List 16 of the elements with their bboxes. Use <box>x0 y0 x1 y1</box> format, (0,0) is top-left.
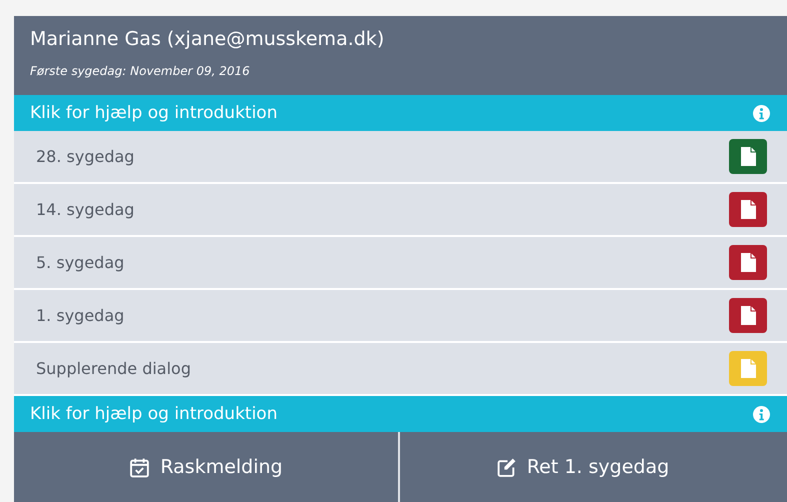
row-label: 14. sygedag <box>36 200 134 219</box>
sick-day-row[interactable]: 14. sygedag <box>14 184 787 237</box>
row-label: 1. sygedag <box>36 306 124 325</box>
help-label: Klik for hjælp og introduktion <box>30 103 278 123</box>
sick-day-row[interactable]: Supplerende dialog <box>14 343 787 396</box>
row-label: Supplerende dialog <box>36 359 191 378</box>
help-label: Klik for hjælp og introduktion <box>30 404 278 424</box>
edit-button[interactable]: Ret 1. sygedag <box>400 432 787 502</box>
row-label: 5. sygedag <box>36 253 124 272</box>
first-sick-day: Første sygedag: November 09, 2016 <box>30 64 771 78</box>
raskmelding-button[interactable]: Raskmelding <box>14 432 400 502</box>
sick-day-row[interactable]: 28. sygedag <box>14 131 787 184</box>
row-label: 28. sygedag <box>36 147 134 166</box>
sick-day-row[interactable]: 1. sygedag <box>14 290 787 343</box>
sick-day-row[interactable]: 5. sygedag <box>14 237 787 290</box>
user-title: Marianne Gas (xjane@musskema.dk) <box>30 28 386 50</box>
